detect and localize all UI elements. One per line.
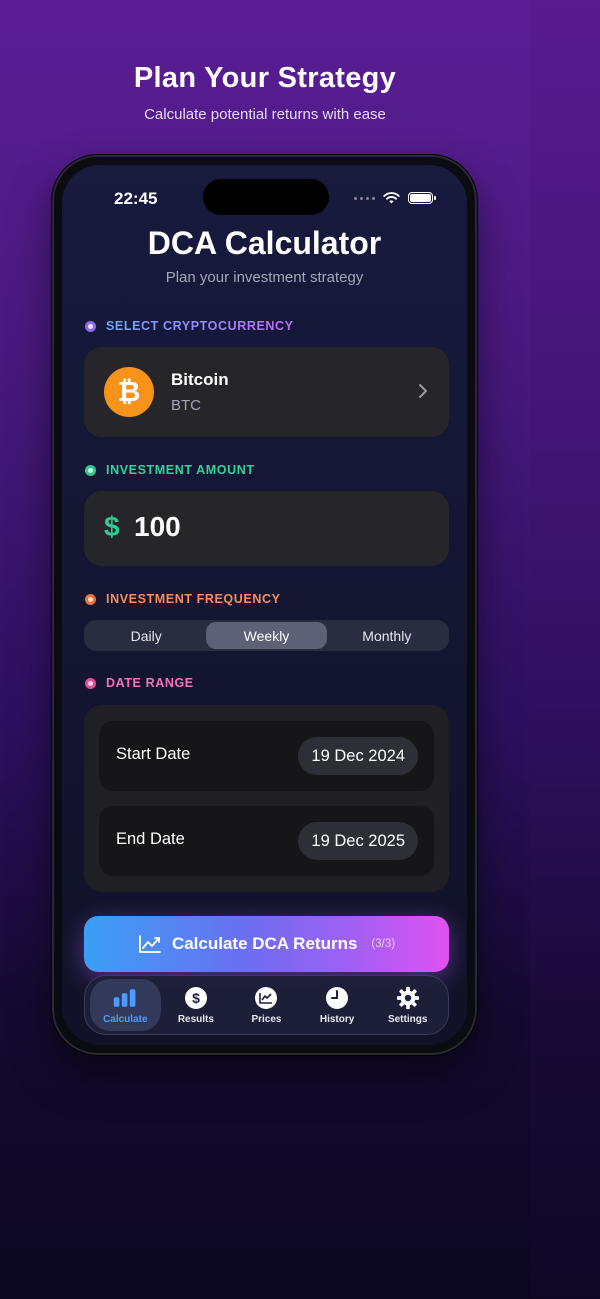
amount-input[interactable]: $ 100 — [84, 491, 449, 566]
frequency-option-monthly[interactable]: Monthly — [327, 622, 447, 649]
frequency-option-weekly[interactable]: Weekly — [206, 622, 327, 649]
currency-symbol: $ — [104, 511, 120, 542]
chevron-right-icon — [419, 384, 427, 398]
app-subtitle: Plan your investment strategy — [165, 269, 364, 286]
frequency-segmented-control: Daily Weekly Monthly — [84, 620, 449, 651]
status-icons — [354, 192, 436, 204]
signal-dots-icon — [354, 196, 375, 200]
crypto-section-icon — [85, 320, 96, 332]
phone-frame: 22:45 DCA Calculator Plan your investmen… — [52, 155, 477, 1055]
amount-section-label: INVESTMENT AMOUNT — [106, 463, 255, 477]
calculate-button[interactable]: Calculate DCA Returns (3/3) — [84, 916, 449, 972]
chart-line-icon — [139, 935, 161, 953]
tab-label-settings: Settings — [387, 1013, 428, 1025]
battery-icon — [408, 192, 436, 204]
dollar-circle-icon: $ — [184, 986, 208, 1010]
tab-label-history: History — [319, 1013, 355, 1025]
calculate-button-label: Calculate DCA Returns — [171, 934, 358, 953]
dynamic-island — [203, 179, 329, 215]
promo-headline: Plan Your Strategy — [133, 62, 397, 94]
end-date-row: End Date 19 Dec 2025 — [99, 806, 434, 876]
section-label-crypto: SELECT CRYPTOCURRENCY — [85, 319, 294, 333]
start-date-label: Start Date — [116, 745, 191, 763]
tab-history[interactable]: History — [302, 979, 373, 1031]
tab-calculate[interactable]: Calculate — [90, 979, 161, 1031]
crypto-selector[interactable]: ₿ Bitcoin BTC — [84, 347, 449, 437]
crypto-section-label: SELECT CRYPTOCURRENCY — [106, 319, 294, 333]
crypto-name: Bitcoin — [171, 370, 229, 389]
tab-label-results: Results — [177, 1013, 214, 1025]
bar-chart-icon — [113, 986, 137, 1010]
dollar-section-icon — [85, 464, 96, 476]
bitcoin-logo-icon: ₿ — [104, 367, 154, 417]
calculate-usage-count: (3/3) — [371, 938, 396, 950]
start-date-row: Start Date 19 Dec 2024 — [99, 721, 434, 791]
tab-results[interactable]: $ Results — [161, 979, 232, 1031]
section-label-date-range: DATE RANGE — [85, 676, 194, 690]
clock-section-icon — [85, 677, 96, 689]
clock-icon — [325, 986, 349, 1010]
price-chart-icon — [254, 986, 278, 1010]
promo-subline: Calculate potential returns with ease — [144, 106, 386, 123]
calendar-section-icon — [85, 593, 96, 605]
date-range-card: Start Date 19 Dec 2024 End Date 19 Dec 2… — [84, 705, 449, 892]
tab-bar: Calculate $ Results Prices History Setti… — [84, 975, 449, 1035]
end-date-label: End Date — [116, 830, 185, 848]
frequency-section-label: INVESTMENT FREQUENCY — [106, 592, 281, 606]
app-screen: 22:45 DCA Calculator Plan your investmen… — [62, 165, 467, 1045]
tab-label-calculate: Calculate — [103, 1013, 148, 1025]
crypto-symbol: BTC — [171, 397, 201, 414]
svg-text:$: $ — [192, 990, 200, 1006]
start-date-picker[interactable]: 19 Dec 2024 — [298, 737, 418, 775]
tab-settings[interactable]: Settings — [372, 979, 443, 1031]
section-label-amount: INVESTMENT AMOUNT — [85, 463, 255, 477]
section-label-frequency: INVESTMENT FREQUENCY — [85, 592, 281, 606]
tab-label-prices: Prices — [251, 1013, 282, 1025]
date-range-section-label: DATE RANGE — [106, 676, 194, 690]
gear-icon — [396, 986, 420, 1010]
frequency-option-daily[interactable]: Daily — [86, 622, 206, 649]
end-date-picker[interactable]: 19 Dec 2025 — [298, 822, 418, 860]
status-time: 22:45 — [114, 189, 158, 208]
side-strip — [530, 0, 600, 1299]
tab-prices[interactable]: Prices — [231, 979, 302, 1031]
amount-value[interactable]: 100 — [134, 511, 181, 543]
wifi-icon — [383, 192, 400, 204]
app-title: DCA Calculator — [147, 225, 382, 261]
